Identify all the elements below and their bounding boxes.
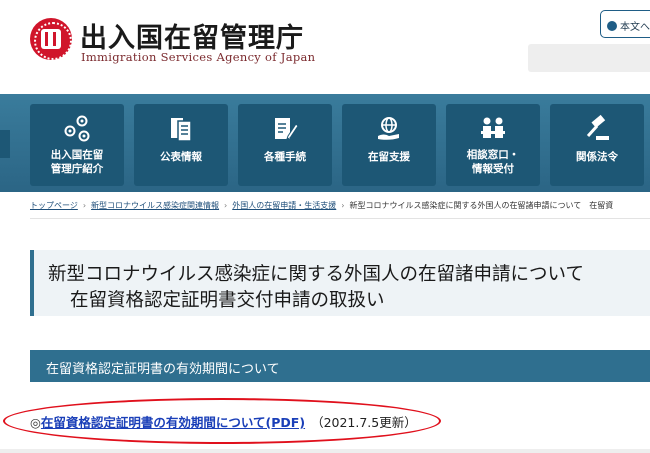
divider	[30, 218, 650, 219]
page-title-line1: 新型コロナウイルス感染症に関する外国人の在留諸申請について	[48, 264, 584, 285]
documents-icon	[171, 118, 192, 142]
nav-item-residence-support[interactable]: 在留支援	[342, 104, 436, 186]
nav-item-public-info[interactable]: 公表情報	[134, 104, 228, 186]
nav-label: 管理庁紹介	[50, 163, 104, 175]
breadcrumb-current: 新型コロナウイルス感染症に関する外国人の在留諸申請について 在留資	[349, 201, 614, 210]
people-network-icon	[64, 115, 90, 142]
section-heading-text: 在留資格認定証明書の有効期間について	[46, 362, 280, 377]
nav-label: 関係法令	[576, 151, 618, 163]
gavel-icon	[586, 114, 609, 140]
page-title: 新型コロナウイルス感染症に関する外国人の在留諸申請について 在留資格認定証明書交…	[30, 250, 650, 316]
globe-icon	[607, 21, 617, 31]
globe-hand-icon	[378, 117, 399, 140]
breadcrumb-link[interactable]: 新型コロナウイルス感染症関連情報	[91, 201, 219, 210]
nav-item-about[interactable]: 出入国在留 管理庁紹介	[30, 104, 124, 186]
nav-label: 出入国在留	[50, 149, 104, 161]
breadcrumb-separator: ›	[341, 201, 345, 210]
breadcrumb-link[interactable]: 外国人の在留申請・生活支援	[232, 201, 336, 210]
consultation-icon	[481, 117, 505, 138]
nav-label: 相談窓口・	[466, 149, 520, 161]
nav-label: 在留支援	[368, 151, 410, 163]
breadcrumb-link[interactable]: トップページ	[30, 201, 78, 210]
nav-scroll-handle[interactable]	[0, 130, 10, 158]
agency-logo[interactable]	[30, 18, 72, 60]
nav-item-procedures[interactable]: 各種手続	[238, 104, 332, 186]
skip-to-content-button[interactable]: 本文へ	[600, 10, 650, 38]
form-pen-icon	[275, 118, 299, 140]
nav-label: 公表情報	[160, 151, 202, 163]
breadcrumb: トップページ › 新型コロナウイルス感染症関連情報 › 外国人の在留申請・生活支援 › 新型…	[30, 200, 650, 211]
nav-label: 各種手続	[264, 151, 306, 163]
nav-label: 情報受付	[472, 163, 514, 175]
logo-emblem-icon	[41, 29, 61, 49]
section-heading: 在留資格認定証明書の有効期間について	[30, 350, 650, 382]
highlight-annotation	[3, 398, 441, 444]
agency-name-english: Immigration Services Agency of Japan	[81, 50, 316, 64]
breadcrumb-separator: ›	[224, 201, 228, 210]
search-input[interactable]	[528, 44, 650, 72]
page-title-line2: 在留資格認定証明書交付申請の取扱い	[70, 290, 385, 311]
footer-edge	[0, 449, 650, 453]
site-header: 出入国在留管理庁 Immigration Services Agency of …	[0, 0, 650, 94]
skip-to-content-label: 本文へ	[620, 22, 650, 33]
breadcrumb-separator: ›	[82, 201, 87, 210]
nav-item-laws[interactable]: 関係法令	[550, 104, 644, 186]
nav-item-consultation[interactable]: 相談窓口・ 情報受付	[446, 104, 540, 186]
